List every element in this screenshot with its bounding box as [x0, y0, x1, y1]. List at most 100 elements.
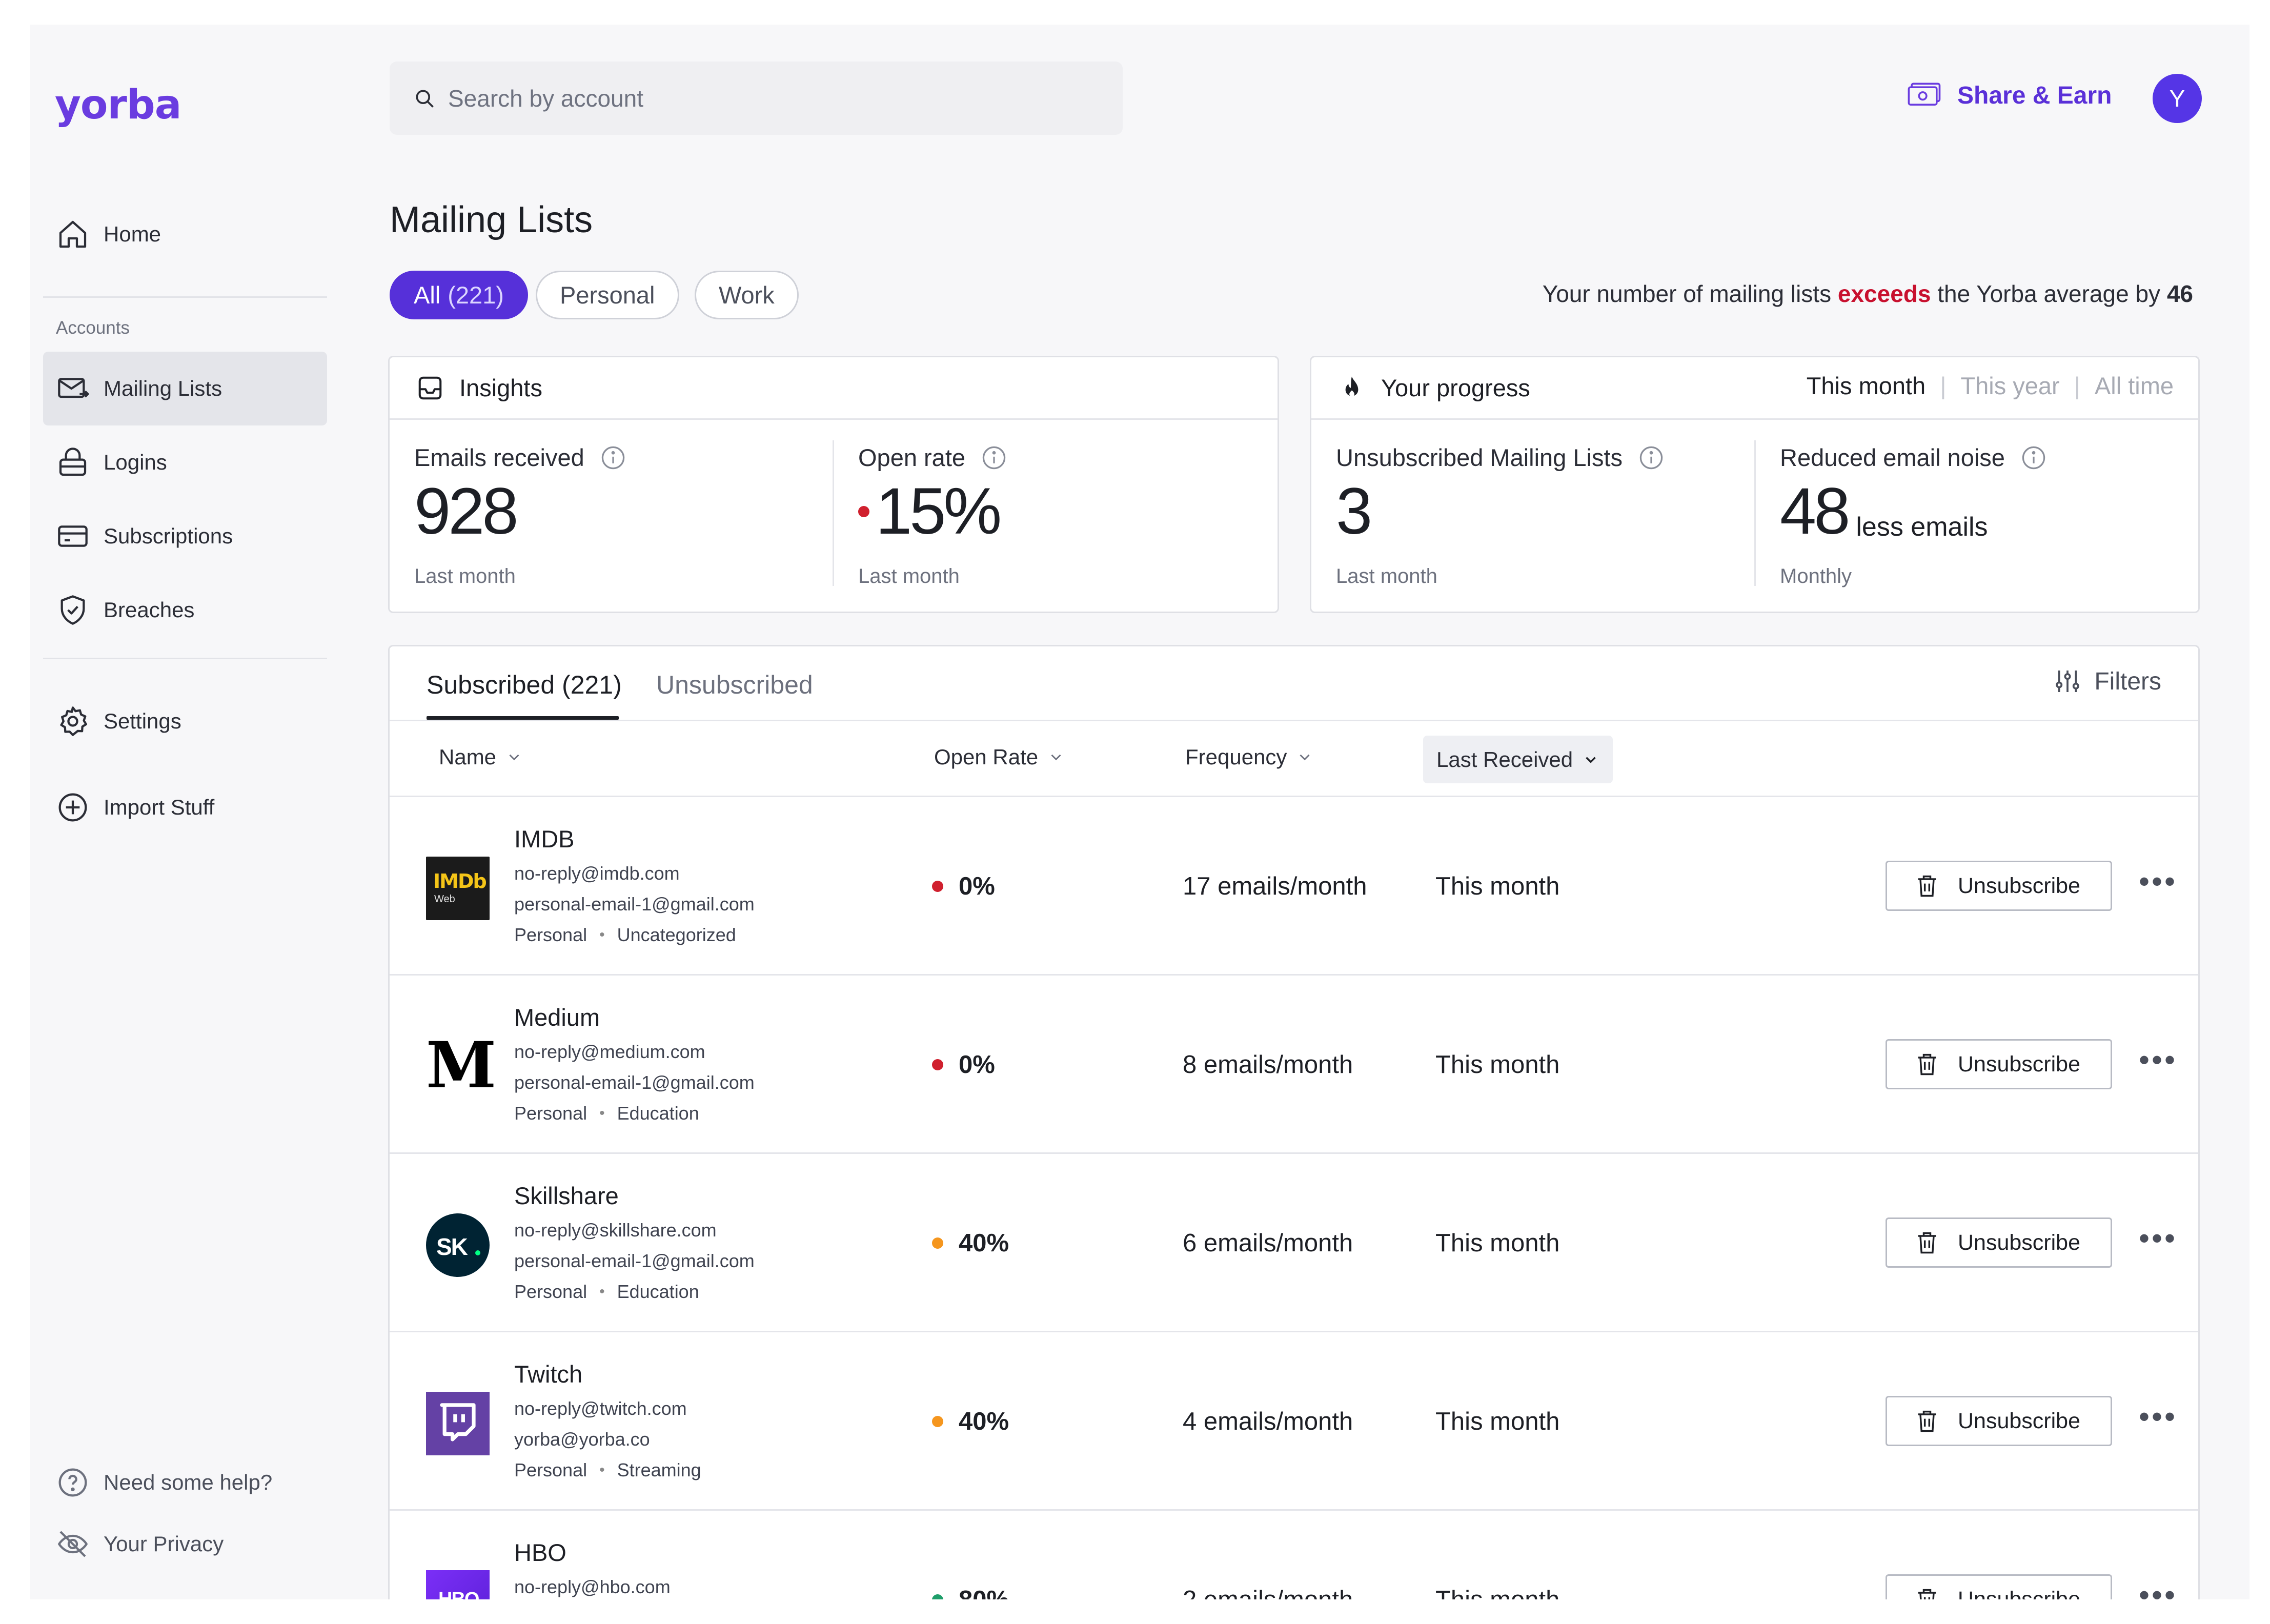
row-tags: Personal • Education: [514, 1103, 699, 1124]
unsubscribe-label: Unsubscribe: [1958, 1230, 2080, 1255]
more-options-icon[interactable]: •••: [2139, 1042, 2177, 1078]
filter-pill-all[interactable]: All (221): [390, 271, 528, 319]
sidebar-item-import-stuff[interactable]: Import Stuff: [43, 770, 327, 844]
column-label: Name: [439, 745, 497, 769]
row-tags: Personal • Uncategorized: [514, 924, 736, 946]
row-open-rate: 40%: [932, 1407, 1009, 1436]
gear-icon: [56, 705, 89, 738]
app-logo[interactable]: yorba: [55, 82, 181, 128]
table-row[interactable]: HBO HBO no-reply@hbo.com 80% 2 emails/mo…: [390, 1511, 2198, 1599]
sidebar-item-subscriptions[interactable]: Subscriptions: [43, 499, 327, 573]
more-options-icon[interactable]: •••: [2139, 864, 2177, 899]
more-options-icon[interactable]: •••: [2139, 1399, 2177, 1434]
column-label: Open Rate: [934, 745, 1039, 769]
unsubscribe-button[interactable]: Unsubscribe: [1886, 1217, 2112, 1268]
sidebar-item-label: Breaches: [104, 598, 195, 622]
row-sender: no-reply@skillshare.com: [514, 1220, 717, 1241]
status-dot: [858, 506, 869, 517]
skillshare-logo: SK: [426, 1213, 490, 1277]
tag-separator: •: [599, 1105, 605, 1122]
more-options-icon[interactable]: •••: [2139, 1577, 2177, 1599]
unsubscribe-label: Unsubscribe: [1958, 1587, 2080, 1600]
search-icon: [413, 87, 436, 110]
sidebar-item-settings[interactable]: Settings: [43, 684, 327, 758]
metric-value: 48: [1780, 475, 1850, 548]
filter-label: Work: [719, 281, 775, 309]
row-tag: Personal: [514, 1459, 587, 1480]
skillshare-logo-dot: [475, 1250, 480, 1255]
rate-value: 0%: [959, 872, 995, 900]
row-sender: no-reply@medium.com: [514, 1041, 705, 1062]
medium-logo: M: [426, 1034, 496, 1101]
share-earn-label: Share & Earn: [1957, 82, 2112, 109]
average-note-middle: the Yorba average by: [1931, 280, 2167, 307]
twitch-logo: [426, 1392, 490, 1455]
metric-value: 3: [1336, 475, 1372, 548]
home-icon: [56, 218, 89, 251]
info-icon[interactable]: [1638, 444, 1665, 471]
sidebar-item-logins[interactable]: Logins: [43, 425, 327, 499]
table-row[interactable]: M Medium no-reply@medium.com personal-em…: [390, 976, 2198, 1154]
progress-card: Your progress This month | This year | A…: [1310, 356, 2200, 613]
unsubscribe-button[interactable]: Unsubscribe: [1886, 1396, 2112, 1446]
shield-icon: [56, 594, 89, 626]
sidebar-item-label: Import Stuff: [104, 795, 215, 819]
tab-subscribed[interactable]: Subscribed (221): [427, 670, 622, 700]
search-bar[interactable]: Search by account: [390, 62, 1123, 135]
search-input[interactable]: Search by account: [448, 85, 643, 112]
average-note-prefix: Your number of mailing lists: [1542, 280, 1838, 307]
sidebar-item-label: Settings: [104, 709, 181, 733]
period-this-month[interactable]: This month: [1807, 372, 1926, 400]
average-note-highlight: exceeds: [1837, 280, 1931, 307]
sidebar-item-breaches[interactable]: Breaches: [43, 573, 327, 647]
period-separator: |: [1940, 372, 1947, 399]
info-icon[interactable]: [600, 444, 626, 471]
row-sender: no-reply@twitch.com: [514, 1398, 687, 1419]
imdb-logo-text: IMDb: [433, 870, 487, 892]
filter-count: (221): [448, 281, 504, 309]
metric-value: 15%: [876, 475, 1002, 548]
column-header-open-rate[interactable]: Open Rate: [934, 745, 1065, 769]
metric-sub: Last month: [1336, 565, 1437, 587]
skillshare-logo-text: SK: [436, 1233, 468, 1260]
table-row[interactable]: Twitch no-reply@twitch.com yorba@yorba.c…: [390, 1332, 2198, 1511]
filter-pill-personal[interactable]: Personal: [536, 271, 679, 319]
tab-unsubscribed[interactable]: Unsubscribed: [656, 670, 813, 700]
filters-button[interactable]: Filters: [2053, 667, 2161, 696]
filter-label: All: [414, 281, 441, 309]
average-note: Your number of mailing lists exceeds the…: [1543, 280, 2193, 308]
row-tag: Streaming: [617, 1459, 701, 1480]
more-options-icon[interactable]: •••: [2139, 1221, 2177, 1256]
lock-icon: [56, 446, 89, 479]
row-name: Skillshare: [514, 1182, 619, 1209]
filter-pill-work[interactable]: Work: [695, 271, 799, 319]
sidebar-item-home[interactable]: Home: [43, 197, 327, 271]
column-header-name[interactable]: Name: [439, 745, 523, 769]
avatar[interactable]: Y: [2153, 74, 2202, 123]
row-open-rate: 80%: [932, 1586, 1009, 1599]
metric-unsubscribed-lists: Unsubscribed Mailing Lists 3 Last month: [1336, 443, 1665, 588]
sidebar-item-mailing-lists[interactable]: Mailing Lists: [43, 352, 327, 425]
metric-label: Unsubscribed Mailing Lists: [1336, 444, 1623, 471]
info-icon[interactable]: [981, 444, 1007, 471]
sidebar-item-privacy[interactable]: Your Privacy: [43, 1507, 327, 1581]
unsubscribe-button[interactable]: Unsubscribe: [1886, 1039, 2112, 1089]
period-this-year[interactable]: This year: [1960, 372, 2059, 400]
row-tag: Education: [617, 1103, 699, 1124]
share-earn-button[interactable]: Share & Earn: [1907, 81, 2112, 110]
metric-value: 928: [414, 475, 519, 548]
row-name: IMDB: [514, 825, 575, 852]
metric-sub: Monthly: [1780, 565, 1852, 587]
row-frequency: 17 emails/month: [1183, 872, 1367, 900]
unsubscribe-button[interactable]: Unsubscribe: [1886, 1574, 2112, 1599]
info-icon[interactable]: [2020, 444, 2047, 471]
row-recipient: personal-email-1@gmail.com: [514, 1072, 755, 1093]
sidebar-item-label: Your Privacy: [104, 1532, 224, 1556]
unsubscribe-button[interactable]: Unsubscribe: [1886, 861, 2112, 911]
table-row[interactable]: SK Skillshare no-reply@skillshare.com pe…: [390, 1154, 2198, 1332]
column-header-last-received[interactable]: Last Received: [1423, 736, 1613, 783]
period-all-time[interactable]: All time: [2095, 372, 2174, 400]
column-header-frequency[interactable]: Frequency: [1185, 745, 1313, 769]
period-separator: |: [2074, 372, 2080, 399]
table-row[interactable]: IMDb Web IMDB no-reply@imdb.com personal…: [390, 797, 2198, 976]
